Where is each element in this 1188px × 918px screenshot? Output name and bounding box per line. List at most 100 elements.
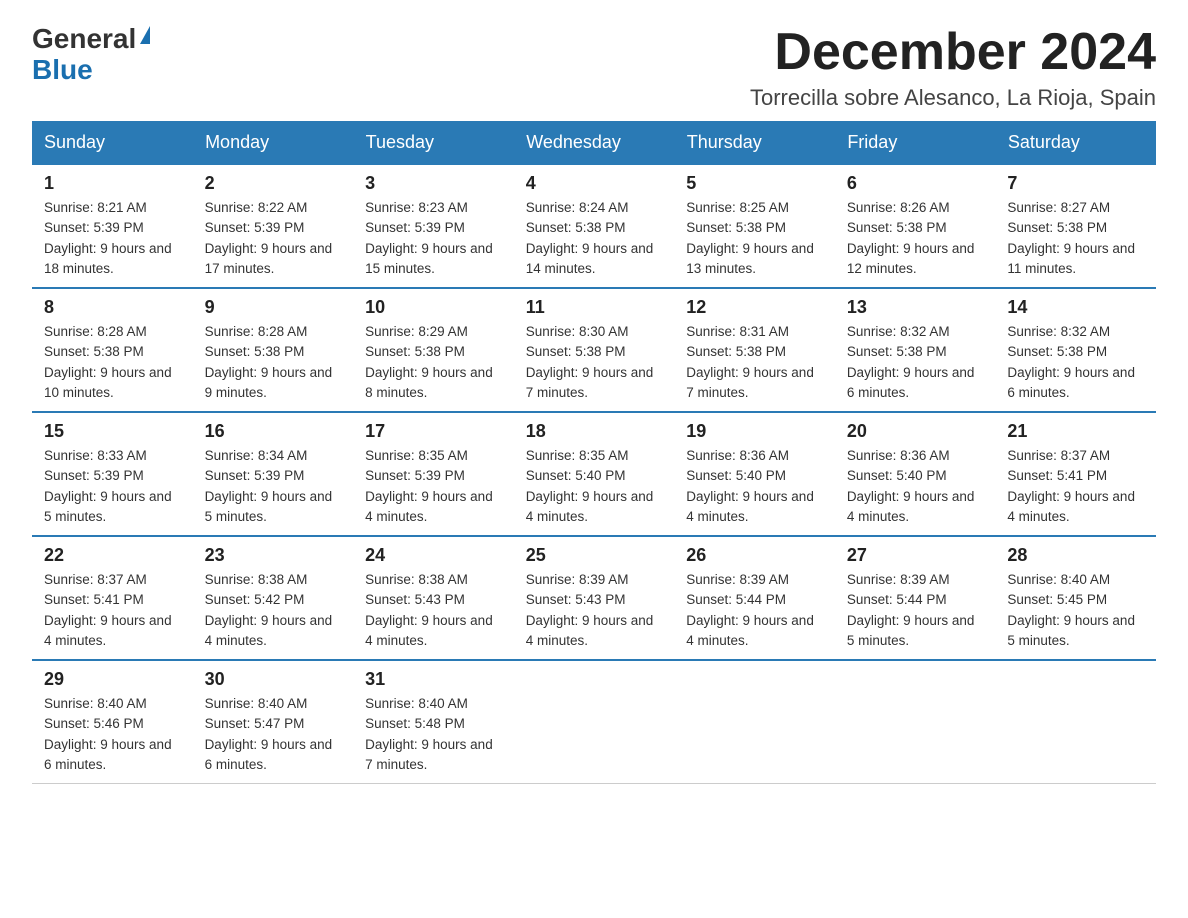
day-number: 16 — [205, 421, 342, 442]
day-info: Sunrise: 8:31 AMSunset: 5:38 PMDaylight:… — [686, 324, 814, 400]
day-cell-3: 3 Sunrise: 8:23 AMSunset: 5:39 PMDayligh… — [353, 164, 514, 288]
weekday-header-friday: Friday — [835, 122, 996, 165]
day-cell-4: 4 Sunrise: 8:24 AMSunset: 5:38 PMDayligh… — [514, 164, 675, 288]
weekday-header-monday: Monday — [193, 122, 354, 165]
day-number: 12 — [686, 297, 823, 318]
day-info: Sunrise: 8:25 AMSunset: 5:38 PMDaylight:… — [686, 200, 814, 276]
day-cell-14: 14 Sunrise: 8:32 AMSunset: 5:38 PMDaylig… — [995, 288, 1156, 412]
day-cell-2: 2 Sunrise: 8:22 AMSunset: 5:39 PMDayligh… — [193, 164, 354, 288]
day-cell-15: 15 Sunrise: 8:33 AMSunset: 5:39 PMDaylig… — [32, 412, 193, 536]
day-number: 4 — [526, 173, 663, 194]
day-number: 17 — [365, 421, 502, 442]
day-info: Sunrise: 8:21 AMSunset: 5:39 PMDaylight:… — [44, 200, 172, 276]
day-number: 21 — [1007, 421, 1144, 442]
day-info: Sunrise: 8:36 AMSunset: 5:40 PMDaylight:… — [686, 448, 814, 524]
day-number: 9 — [205, 297, 342, 318]
day-cell-31: 31 Sunrise: 8:40 AMSunset: 5:48 PMDaylig… — [353, 660, 514, 784]
day-info: Sunrise: 8:30 AMSunset: 5:38 PMDaylight:… — [526, 324, 654, 400]
day-number: 15 — [44, 421, 181, 442]
day-info: Sunrise: 8:39 AMSunset: 5:44 PMDaylight:… — [847, 572, 975, 648]
day-number: 20 — [847, 421, 984, 442]
day-info: Sunrise: 8:40 AMSunset: 5:45 PMDaylight:… — [1007, 572, 1135, 648]
day-cell-12: 12 Sunrise: 8:31 AMSunset: 5:38 PMDaylig… — [674, 288, 835, 412]
calendar-table: SundayMondayTuesdayWednesdayThursdayFrid… — [32, 121, 1156, 784]
day-number: 23 — [205, 545, 342, 566]
day-info: Sunrise: 8:33 AMSunset: 5:39 PMDaylight:… — [44, 448, 172, 524]
day-info: Sunrise: 8:36 AMSunset: 5:40 PMDaylight:… — [847, 448, 975, 524]
logo-blue-text: Blue — [32, 55, 93, 86]
day-number: 22 — [44, 545, 181, 566]
weekday-header-row: SundayMondayTuesdayWednesdayThursdayFrid… — [32, 122, 1156, 165]
day-info: Sunrise: 8:27 AMSunset: 5:38 PMDaylight:… — [1007, 200, 1135, 276]
day-cell-16: 16 Sunrise: 8:34 AMSunset: 5:39 PMDaylig… — [193, 412, 354, 536]
day-number: 10 — [365, 297, 502, 318]
day-number: 3 — [365, 173, 502, 194]
day-info: Sunrise: 8:32 AMSunset: 5:38 PMDaylight:… — [1007, 324, 1135, 400]
day-info: Sunrise: 8:35 AMSunset: 5:40 PMDaylight:… — [526, 448, 654, 524]
day-cell-1: 1 Sunrise: 8:21 AMSunset: 5:39 PMDayligh… — [32, 164, 193, 288]
day-info: Sunrise: 8:24 AMSunset: 5:38 PMDaylight:… — [526, 200, 654, 276]
day-number: 18 — [526, 421, 663, 442]
day-number: 25 — [526, 545, 663, 566]
day-number: 7 — [1007, 173, 1144, 194]
day-info: Sunrise: 8:37 AMSunset: 5:41 PMDaylight:… — [1007, 448, 1135, 524]
day-cell-8: 8 Sunrise: 8:28 AMSunset: 5:38 PMDayligh… — [32, 288, 193, 412]
day-info: Sunrise: 8:40 AMSunset: 5:48 PMDaylight:… — [365, 696, 493, 772]
day-info: Sunrise: 8:23 AMSunset: 5:39 PMDaylight:… — [365, 200, 493, 276]
day-cell-26: 26 Sunrise: 8:39 AMSunset: 5:44 PMDaylig… — [674, 536, 835, 660]
day-cell-6: 6 Sunrise: 8:26 AMSunset: 5:38 PMDayligh… — [835, 164, 996, 288]
title-block: December 2024 Torrecilla sobre Alesanco,… — [750, 24, 1156, 111]
empty-cell — [514, 660, 675, 784]
day-cell-13: 13 Sunrise: 8:32 AMSunset: 5:38 PMDaylig… — [835, 288, 996, 412]
empty-cell — [835, 660, 996, 784]
logo-general-text: General — [32, 24, 136, 55]
day-info: Sunrise: 8:28 AMSunset: 5:38 PMDaylight:… — [44, 324, 172, 400]
day-cell-11: 11 Sunrise: 8:30 AMSunset: 5:38 PMDaylig… — [514, 288, 675, 412]
day-info: Sunrise: 8:34 AMSunset: 5:39 PMDaylight:… — [205, 448, 333, 524]
day-cell-29: 29 Sunrise: 8:40 AMSunset: 5:46 PMDaylig… — [32, 660, 193, 784]
day-cell-20: 20 Sunrise: 8:36 AMSunset: 5:40 PMDaylig… — [835, 412, 996, 536]
day-cell-19: 19 Sunrise: 8:36 AMSunset: 5:40 PMDaylig… — [674, 412, 835, 536]
day-cell-18: 18 Sunrise: 8:35 AMSunset: 5:40 PMDaylig… — [514, 412, 675, 536]
day-info: Sunrise: 8:39 AMSunset: 5:43 PMDaylight:… — [526, 572, 654, 648]
calendar-week-row: 1 Sunrise: 8:21 AMSunset: 5:39 PMDayligh… — [32, 164, 1156, 288]
day-info: Sunrise: 8:38 AMSunset: 5:43 PMDaylight:… — [365, 572, 493, 648]
day-info: Sunrise: 8:26 AMSunset: 5:38 PMDaylight:… — [847, 200, 975, 276]
weekday-header-wednesday: Wednesday — [514, 122, 675, 165]
day-number: 29 — [44, 669, 181, 690]
day-cell-5: 5 Sunrise: 8:25 AMSunset: 5:38 PMDayligh… — [674, 164, 835, 288]
day-cell-27: 27 Sunrise: 8:39 AMSunset: 5:44 PMDaylig… — [835, 536, 996, 660]
weekday-header-thursday: Thursday — [674, 122, 835, 165]
day-cell-30: 30 Sunrise: 8:40 AMSunset: 5:47 PMDaylig… — [193, 660, 354, 784]
day-number: 6 — [847, 173, 984, 194]
day-info: Sunrise: 8:40 AMSunset: 5:47 PMDaylight:… — [205, 696, 333, 772]
day-cell-22: 22 Sunrise: 8:37 AMSunset: 5:41 PMDaylig… — [32, 536, 193, 660]
day-info: Sunrise: 8:37 AMSunset: 5:41 PMDaylight:… — [44, 572, 172, 648]
day-number: 1 — [44, 173, 181, 194]
weekday-header-saturday: Saturday — [995, 122, 1156, 165]
day-cell-9: 9 Sunrise: 8:28 AMSunset: 5:38 PMDayligh… — [193, 288, 354, 412]
day-info: Sunrise: 8:28 AMSunset: 5:38 PMDaylight:… — [205, 324, 333, 400]
day-cell-7: 7 Sunrise: 8:27 AMSunset: 5:38 PMDayligh… — [995, 164, 1156, 288]
day-info: Sunrise: 8:32 AMSunset: 5:38 PMDaylight:… — [847, 324, 975, 400]
day-number: 27 — [847, 545, 984, 566]
empty-cell — [674, 660, 835, 784]
logo: General Blue — [32, 24, 150, 86]
day-number: 13 — [847, 297, 984, 318]
day-number: 8 — [44, 297, 181, 318]
weekday-header-tuesday: Tuesday — [353, 122, 514, 165]
day-number: 31 — [365, 669, 502, 690]
day-number: 11 — [526, 297, 663, 318]
day-number: 28 — [1007, 545, 1144, 566]
day-number: 19 — [686, 421, 823, 442]
calendar-week-row: 29 Sunrise: 8:40 AMSunset: 5:46 PMDaylig… — [32, 660, 1156, 784]
calendar-week-row: 8 Sunrise: 8:28 AMSunset: 5:38 PMDayligh… — [32, 288, 1156, 412]
day-info: Sunrise: 8:38 AMSunset: 5:42 PMDaylight:… — [205, 572, 333, 648]
calendar-week-row: 15 Sunrise: 8:33 AMSunset: 5:39 PMDaylig… — [32, 412, 1156, 536]
calendar-week-row: 22 Sunrise: 8:37 AMSunset: 5:41 PMDaylig… — [32, 536, 1156, 660]
day-number: 2 — [205, 173, 342, 194]
day-cell-28: 28 Sunrise: 8:40 AMSunset: 5:45 PMDaylig… — [995, 536, 1156, 660]
day-cell-25: 25 Sunrise: 8:39 AMSunset: 5:43 PMDaylig… — [514, 536, 675, 660]
day-cell-24: 24 Sunrise: 8:38 AMSunset: 5:43 PMDaylig… — [353, 536, 514, 660]
day-cell-10: 10 Sunrise: 8:29 AMSunset: 5:38 PMDaylig… — [353, 288, 514, 412]
